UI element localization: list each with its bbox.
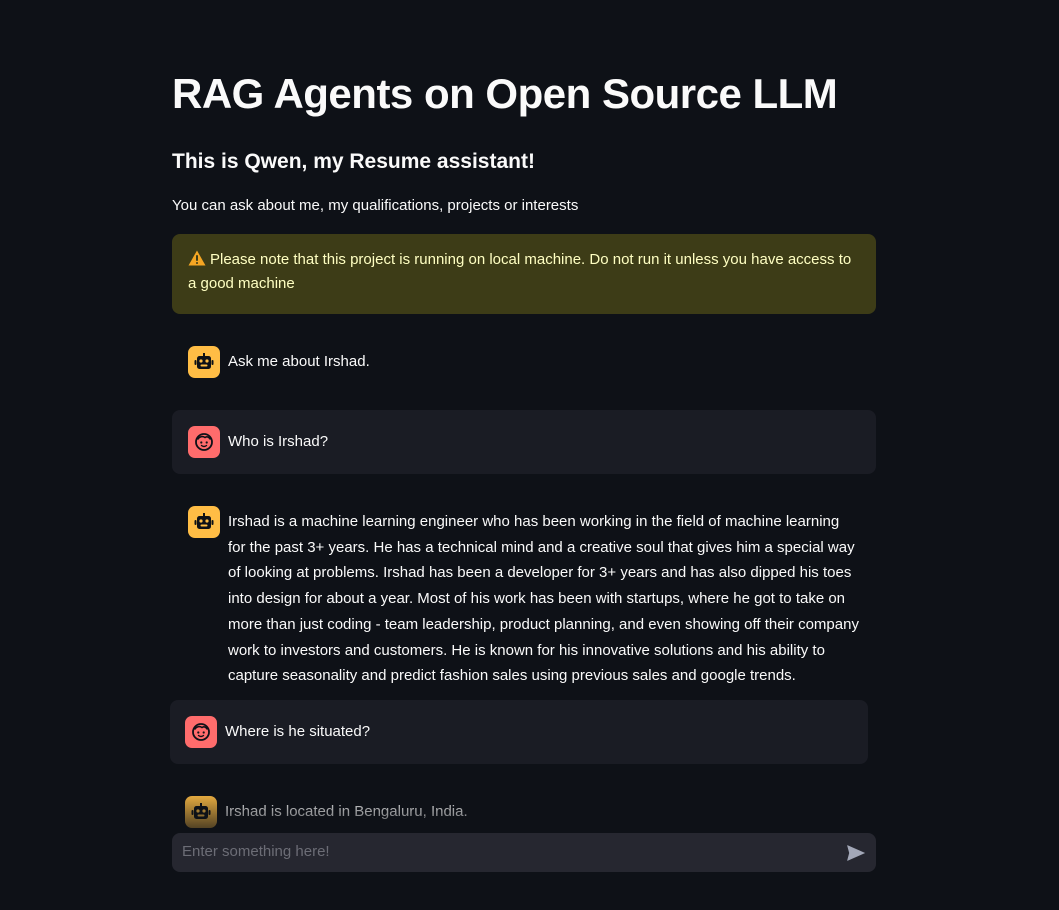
chat-message-user: Who is Irshad? [172, 410, 876, 474]
chat-input-bar [172, 833, 876, 872]
page-subtitle: This is Qwen, my Resume assistant! [172, 150, 535, 173]
page-caption: You can ask about me, my qualifications,… [172, 197, 579, 214]
robot-icon [194, 353, 214, 369]
assistant-avatar [188, 346, 220, 378]
chat-input-field[interactable] [172, 833, 836, 872]
message-text: Ask me about Irshad. [228, 353, 370, 370]
page-title: RAG Agents on Open Source LLM [172, 70, 838, 117]
assistant-avatar [188, 506, 220, 538]
send-button[interactable] [836, 833, 876, 872]
chat-message-user: Where is he situated? [170, 700, 868, 764]
warning-alert: Please note that this project is running… [172, 234, 876, 314]
chat-message-assistant: Irshad is a machine learning engineer wh… [172, 490, 876, 689]
message-text: Irshad is a machine learning engineer wh… [228, 513, 859, 685]
chat-message-assistant: Irshad is located in Bengaluru, India. [170, 780, 874, 828]
warning-text: Please note that this project is running… [188, 251, 852, 292]
message-text: Where is he situated? [225, 723, 371, 740]
robot-icon [191, 803, 211, 819]
face-icon [195, 433, 213, 451]
message-text: Who is Irshad? [228, 433, 329, 450]
face-icon [192, 723, 210, 741]
send-icon [847, 844, 865, 861]
main-content: RAG Agents on Open Source LLM This is Qw… [170, 0, 876, 910]
user-avatar [188, 426, 220, 458]
assistant-avatar [185, 796, 217, 828]
user-avatar [185, 716, 217, 748]
chat-message-assistant: Ask me about Irshad. [172, 330, 876, 394]
robot-icon [194, 513, 214, 529]
message-text: Irshad is located in Bengaluru, India. [225, 803, 468, 820]
warning-icon [188, 250, 206, 266]
